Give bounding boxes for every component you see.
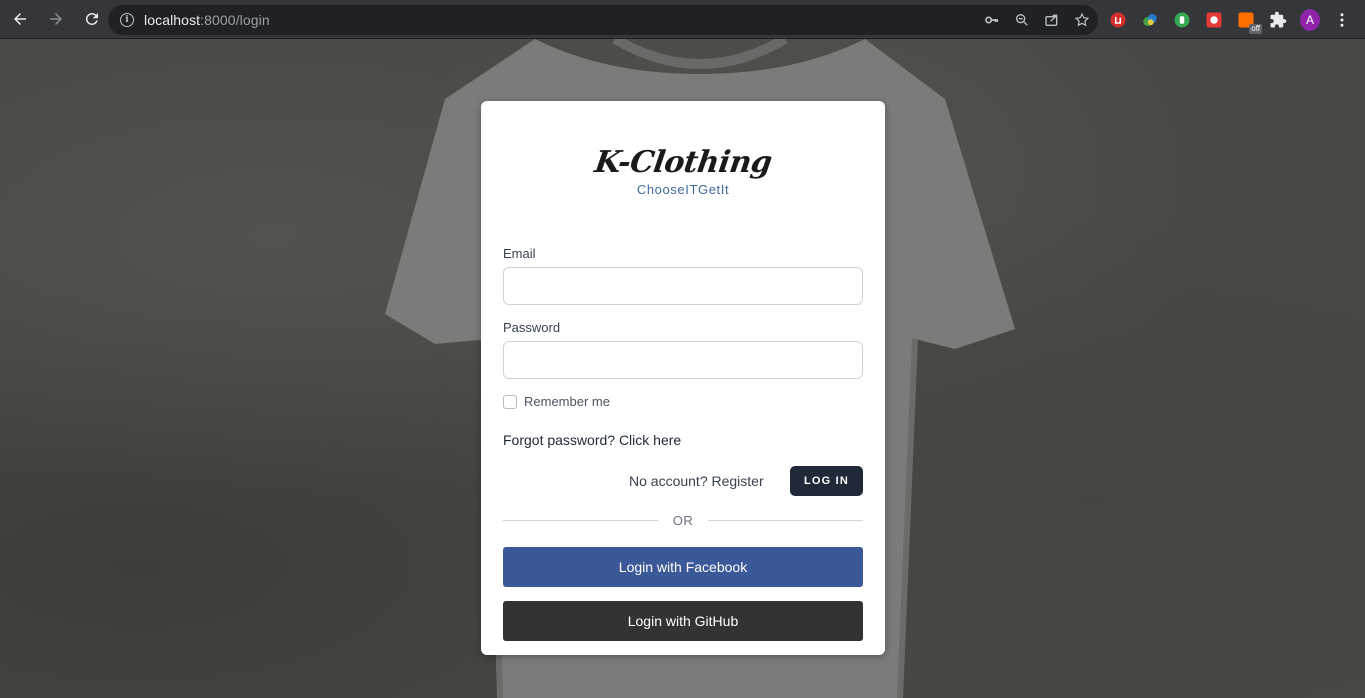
remember-me-label[interactable]: Remember me	[524, 394, 610, 409]
reload-button[interactable]	[76, 3, 108, 35]
share-icon[interactable]	[1044, 12, 1060, 28]
logo-tagline: ChooseITGetIt	[636, 182, 730, 197]
reload-icon	[85, 12, 98, 25]
log-in-button[interactable]: LOG IN	[790, 466, 863, 496]
extension-green-icon[interactable]	[1172, 10, 1192, 30]
extension-stop-icon[interactable]	[1108, 10, 1128, 30]
arrow-left-icon	[14, 13, 26, 25]
extension-color-icon[interactable]	[1140, 10, 1160, 30]
forgot-password-link[interactable]: Forgot password? Click here	[503, 432, 681, 448]
star-icon[interactable]	[1074, 12, 1090, 28]
arrow-right-icon	[50, 13, 62, 25]
brand-logo[interactable]: K-Clothing ChooseITGetIt	[481, 145, 885, 197]
login-with-github-button[interactable]: Login with GitHub	[503, 601, 863, 641]
zoom-out-icon[interactable]	[1014, 12, 1030, 28]
email-input[interactable]	[503, 267, 863, 305]
url-text: localhost:8000/login	[144, 12, 270, 28]
extension-off-badge: off	[1249, 23, 1262, 34]
email-label: Email	[503, 246, 536, 261]
profile-avatar[interactable]: A	[1300, 8, 1320, 31]
address-bar[interactable]: i localhost:8000/login	[108, 5, 1098, 35]
key-icon[interactable]	[984, 12, 1000, 28]
extension-off-icon[interactable]: off	[1236, 10, 1262, 34]
extensions-puzzle-icon[interactable]	[1268, 10, 1288, 30]
login-card: K-Clothing ChooseITGetIt Email Password …	[481, 101, 885, 655]
forward-button[interactable]	[40, 3, 72, 35]
remember-me-checkbox[interactable]	[503, 395, 517, 409]
logo-title: K-Clothing	[592, 145, 774, 180]
more-menu-icon[interactable]	[1332, 10, 1352, 30]
login-with-facebook-button[interactable]: Login with Facebook	[503, 547, 863, 587]
site-info-icon[interactable]: i	[120, 13, 134, 27]
back-button[interactable]	[4, 3, 36, 35]
extension-photo-icon[interactable]	[1204, 10, 1224, 30]
register-link[interactable]: No account? Register	[629, 473, 764, 489]
browser-toolbar: i localhost:8000/login off A	[0, 0, 1365, 39]
password-input[interactable]	[503, 341, 863, 379]
password-label: Password	[503, 320, 561, 335]
or-text: OR	[672, 513, 694, 528]
